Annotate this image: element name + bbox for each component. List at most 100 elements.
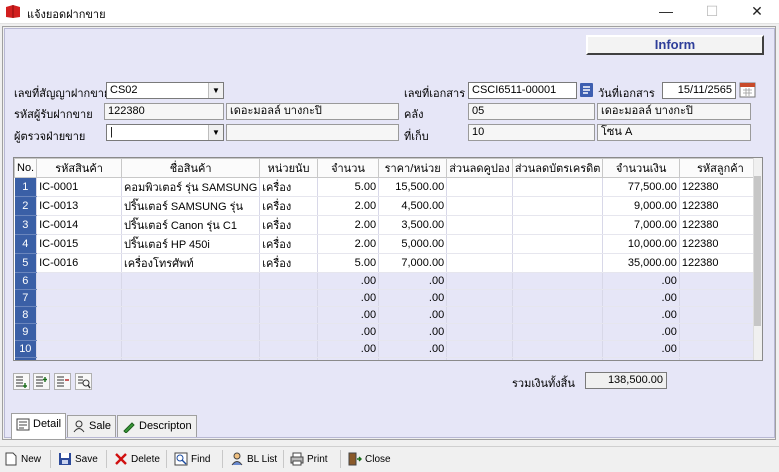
table-cell[interactable] — [36, 323, 123, 341]
table-row[interactable]: 2 IC-0013 ปริ๊นเตอร์ SAMSUNG รุ่น เครื่อง 2.… — [14, 196, 762, 216]
table-cell[interactable] — [512, 357, 604, 360]
table-cell[interactable]: เครื่อง — [259, 177, 318, 197]
table-cell[interactable] — [446, 272, 513, 290]
maximize-button[interactable]: ☐ — [695, 0, 729, 23]
table-cell[interactable]: 2.00 — [317, 215, 380, 235]
table-cell[interactable] — [446, 323, 513, 341]
table-row[interactable]: 11.00.00.00 — [14, 357, 762, 360]
col-header[interactable]: ราคา/หน่วย — [378, 158, 448, 178]
table-cell[interactable]: .00 — [378, 272, 448, 290]
add-row-icon[interactable] — [33, 373, 50, 390]
save-button[interactable]: Save — [58, 452, 98, 468]
table-cell[interactable]: เครื่อง — [259, 196, 318, 216]
table-cell[interactable]: 7,000.00 — [378, 253, 448, 273]
consignee-code-field[interactable]: 122380 — [104, 103, 224, 120]
col-header[interactable]: จำนวน — [316, 158, 380, 178]
table-cell[interactable]: เครื่อง — [259, 215, 318, 235]
table-cell[interactable] — [679, 272, 762, 290]
print-button[interactable]: Print — [290, 452, 328, 468]
table-cell[interactable]: .00 — [317, 289, 380, 307]
table-cell[interactable] — [512, 253, 604, 273]
contract-no-select[interactable]: CS02 ▼ — [106, 82, 224, 99]
warehouse-code-field[interactable]: 05 — [468, 103, 595, 120]
table-cell[interactable] — [512, 323, 604, 341]
table-cell[interactable]: 2.00 — [317, 196, 380, 216]
col-header[interactable]: No. — [14, 158, 38, 178]
table-cell[interactable] — [512, 234, 604, 254]
table-cell[interactable]: IC-0001 — [36, 177, 123, 197]
table-cell[interactable] — [679, 357, 762, 360]
table-cell[interactable]: 7,000.00 — [602, 215, 680, 235]
table-cell[interactable]: .00 — [317, 272, 380, 290]
table-cell[interactable]: 122380 — [679, 253, 762, 273]
table-cell[interactable]: 2.00 — [317, 234, 380, 254]
table-cell[interactable]: 4,500.00 — [378, 196, 448, 216]
col-header[interactable]: ส่วนลดบัตรเครดิต — [511, 158, 604, 178]
table-cell[interactable]: ปริ๊นเตอร์ HP 450i — [121, 234, 261, 254]
table-cell[interactable]: 5.00 — [317, 253, 380, 273]
table-cell[interactable] — [259, 289, 318, 307]
table-cell[interactable] — [259, 272, 318, 290]
minimize-button[interactable]: — — [649, 0, 683, 23]
table-cell[interactable] — [446, 306, 513, 324]
table-cell[interactable] — [512, 272, 604, 290]
table-cell[interactable] — [512, 306, 604, 324]
chevron-down-icon[interactable]: ▼ — [208, 125, 223, 140]
table-cell[interactable] — [679, 289, 762, 307]
table-cell[interactable]: 9,000.00 — [602, 196, 680, 216]
table-cell[interactable] — [36, 357, 123, 360]
table-row[interactable]: 6.00.00.00 — [14, 272, 762, 290]
table-cell[interactable] — [259, 357, 318, 360]
table-cell[interactable] — [259, 306, 318, 324]
table-cell[interactable] — [121, 357, 261, 360]
col-header[interactable]: ชื่อสินค้า — [121, 158, 261, 178]
table-cell[interactable] — [679, 340, 762, 358]
find-button[interactable]: Find — [174, 452, 210, 468]
table-cell[interactable]: ปริ๊นเตอร์ Canon รุ่น C1 — [121, 215, 261, 235]
table-cell[interactable]: 5,000.00 — [378, 234, 448, 254]
table-cell[interactable] — [121, 289, 261, 307]
table-cell[interactable]: เครื่อง — [259, 234, 318, 254]
doc-no-field[interactable]: CSCI6511-00001 — [468, 82, 577, 99]
table-cell[interactable] — [121, 340, 261, 358]
table-cell[interactable] — [446, 357, 513, 360]
insert-row-icon[interactable] — [13, 373, 30, 390]
table-cell[interactable] — [446, 196, 513, 216]
table-cell[interactable]: .00 — [602, 289, 680, 307]
table-cell[interactable]: .00 — [378, 306, 448, 324]
table-cell[interactable]: IC-0016 — [36, 253, 123, 273]
table-cell[interactable]: .00 — [602, 323, 680, 341]
table-cell[interactable] — [679, 306, 762, 324]
col-header[interactable]: หน่วยนับ — [259, 158, 318, 178]
table-cell[interactable] — [446, 234, 513, 254]
table-cell[interactable]: .00 — [317, 357, 380, 360]
table-cell[interactable]: 35,000.00 — [602, 253, 680, 273]
table-cell[interactable]: ปริ๊นเตอร์ SAMSUNG รุ่น — [121, 196, 261, 216]
col-header[interactable]: รหัสสินค้า — [36, 158, 123, 178]
col-header[interactable]: จำนวนเงิน — [602, 158, 680, 178]
table-cell[interactable]: IC-0014 — [36, 215, 123, 235]
table-cell[interactable] — [36, 306, 123, 324]
table-cell[interactable] — [446, 215, 513, 235]
table-cell[interactable]: .00 — [602, 340, 680, 358]
table-cell[interactable] — [512, 289, 604, 307]
doc-date-field[interactable]: 15/11/2565 — [662, 82, 736, 99]
close-button[interactable]: Close — [348, 452, 391, 468]
doc-lookup-icon[interactable] — [579, 82, 594, 98]
table-cell[interactable] — [36, 289, 123, 307]
chevron-down-icon[interactable]: ▼ — [208, 83, 223, 98]
table-row[interactable]: 10.00.00.00 — [14, 340, 762, 358]
table-cell[interactable]: .00 — [317, 323, 380, 341]
table-cell[interactable] — [121, 306, 261, 324]
scrollbar-thumb[interactable] — [754, 176, 761, 326]
table-cell[interactable] — [446, 253, 513, 273]
table-cell[interactable]: .00 — [602, 306, 680, 324]
table-cell[interactable]: 3,500.00 — [378, 215, 448, 235]
delete-row-icon[interactable] — [54, 373, 71, 390]
tab-detail[interactable]: Detail — [11, 413, 66, 439]
table-cell[interactable]: IC-0015 — [36, 234, 123, 254]
table-cell[interactable]: 122380 — [679, 196, 762, 216]
table-cell[interactable]: 15,500.00 — [378, 177, 448, 197]
table-cell[interactable] — [446, 340, 513, 358]
location-code-field[interactable]: 10 — [468, 124, 595, 141]
